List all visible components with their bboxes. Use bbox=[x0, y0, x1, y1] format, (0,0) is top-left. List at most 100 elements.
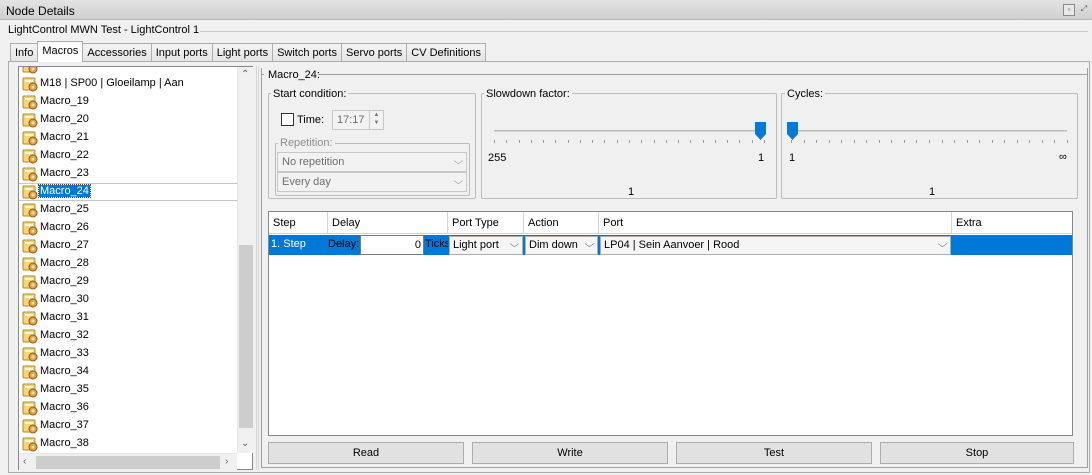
slowdown-slider[interactable] bbox=[490, 118, 770, 158]
action-value: Dim down bbox=[529, 239, 578, 251]
tab-info[interactable]: Info bbox=[10, 43, 39, 62]
port-type-cell[interactable]: Light port ⌵ bbox=[448, 235, 524, 255]
tree-item[interactable]: Macro_24 bbox=[19, 183, 237, 201]
tab-cv-definitions[interactable]: CV Definitions bbox=[406, 43, 486, 62]
stop-button[interactable]: Stop bbox=[880, 442, 1074, 464]
scroll-down-icon[interactable]: ⌄ bbox=[241, 439, 249, 449]
slowdown-thumb[interactable] bbox=[755, 122, 766, 140]
tree-item[interactable]: Macro_35 bbox=[21, 381, 237, 399]
slowdown-min-label: 255 bbox=[488, 152, 507, 164]
tree-item[interactable]: Macro_27 bbox=[21, 237, 237, 255]
tree-item[interactable]: Macro_28 bbox=[21, 255, 237, 273]
repetition-select[interactable]: No repetition ⌵ bbox=[277, 152, 467, 172]
macro-icon bbox=[22, 436, 38, 452]
time-checkbox[interactable] bbox=[281, 113, 294, 126]
tree-item[interactable]: Macro_21 bbox=[21, 129, 237, 147]
scroll-left-icon[interactable]: ‹ bbox=[23, 457, 26, 467]
action-cell[interactable]: Dim down ⌵ bbox=[524, 235, 599, 255]
slider-tick bbox=[641, 140, 643, 143]
repetition-value: No repetition bbox=[282, 156, 345, 168]
scroll-right-icon[interactable]: › bbox=[225, 457, 228, 467]
tree-item[interactable]: Macro_31 bbox=[21, 309, 237, 327]
tree-item[interactable]: Macro_26 bbox=[21, 219, 237, 237]
slider-tick bbox=[979, 140, 981, 143]
tab-strip: Info Macros Accessories Input ports Ligh… bbox=[10, 41, 486, 62]
action-select[interactable]: Dim down ⌵ bbox=[525, 236, 598, 255]
time-spinner-icon[interactable]: ▲ ▼ bbox=[369, 111, 383, 129]
tree-item-partial[interactable] bbox=[21, 67, 237, 75]
subtitle-divider bbox=[200, 31, 1088, 32]
tab-macros[interactable]: Macros bbox=[37, 41, 84, 62]
macro-icon bbox=[22, 382, 38, 398]
delay-input[interactable]: 0 bbox=[360, 235, 424, 255]
tree-item[interactable]: Macro_38 bbox=[21, 435, 237, 453]
chevron-down-icon: ⌵ bbox=[453, 176, 464, 186]
tree-item[interactable]: Macro_32 bbox=[21, 327, 237, 345]
slider-tick bbox=[555, 140, 557, 143]
port-cell[interactable]: LP04 | Sein Aanvoer | Rood ⌵ bbox=[599, 235, 952, 255]
tree-item[interactable]: Macro_30 bbox=[21, 291, 237, 309]
time-field[interactable]: 17:17 ▲ ▼ bbox=[332, 110, 384, 130]
header-port[interactable]: Port bbox=[599, 212, 952, 234]
extra-cell[interactable] bbox=[952, 235, 1072, 255]
tree-vertical-scrollbar[interactable]: ⌃ ⌄ bbox=[237, 67, 253, 453]
read-button[interactable]: Read bbox=[268, 442, 464, 464]
tree-item[interactable]: Macro_29 bbox=[21, 273, 237, 291]
tree-item[interactable]: Macro_19 bbox=[21, 93, 237, 111]
port-select[interactable]: LP04 | Sein Aanvoer | Rood ⌵ bbox=[600, 236, 951, 255]
tree-scroll-thumb[interactable] bbox=[239, 245, 253, 428]
step-cell[interactable]: 1. Step bbox=[269, 235, 328, 255]
tree-item[interactable]: Macro_33 bbox=[21, 345, 237, 363]
macro-icon bbox=[22, 112, 38, 128]
day-select[interactable]: Every day ⌵ bbox=[277, 172, 467, 192]
macro-icon bbox=[22, 67, 38, 74]
tab-light-ports[interactable]: Light ports bbox=[211, 43, 274, 62]
tree-item[interactable]: Macro_34 bbox=[21, 363, 237, 381]
test-button[interactable]: Test bbox=[676, 442, 872, 464]
header-delay[interactable]: Delay bbox=[328, 212, 448, 234]
slider-tick bbox=[866, 140, 868, 143]
header-action[interactable]: Action bbox=[524, 212, 599, 234]
slider-tick bbox=[878, 140, 880, 143]
tab-servo-ports[interactable]: Servo ports bbox=[341, 43, 408, 62]
header-port-type[interactable]: Port Type bbox=[448, 212, 524, 234]
header-step[interactable]: Step bbox=[269, 212, 328, 234]
slider-tick bbox=[954, 140, 956, 143]
expand-icon[interactable]: ⤢ bbox=[1078, 4, 1090, 16]
port-type-select[interactable]: Light port ⌵ bbox=[449, 236, 523, 255]
cycles-track bbox=[791, 130, 1067, 132]
tree-item[interactable]: Macro_37 bbox=[21, 417, 237, 435]
macro-icon bbox=[22, 148, 38, 164]
scroll-up-icon[interactable]: ⌃ bbox=[241, 70, 249, 80]
day-value: Every day bbox=[282, 176, 331, 188]
tree-item[interactable]: Macro_25 bbox=[21, 201, 237, 219]
tree-hscroll-thumb[interactable] bbox=[36, 456, 220, 469]
restore-icon[interactable]: ▫ bbox=[1063, 4, 1075, 16]
tab-accessories[interactable]: Accessories bbox=[82, 43, 152, 62]
panel-splitter[interactable] bbox=[256, 66, 259, 470]
tree-item[interactable]: M18 | SP00 | Gloeilamp | Aan bbox=[21, 75, 237, 93]
tab-switch-ports[interactable]: Switch ports bbox=[272, 43, 342, 62]
tree-item[interactable]: Macro_23 bbox=[21, 165, 237, 183]
tree-item-label: Macro_32 bbox=[40, 329, 89, 341]
table-row[interactable]: 1. Step Delay: 0 Ticks Light port ⌵ Dim … bbox=[269, 235, 1072, 255]
tree-item[interactable]: Macro_36 bbox=[21, 399, 237, 417]
macro-icon bbox=[22, 184, 38, 200]
macro-icon bbox=[22, 364, 38, 380]
macro-icon bbox=[22, 220, 38, 236]
tree-horizontal-scrollbar[interactable]: ‹ › bbox=[19, 453, 237, 470]
slider-tick bbox=[1029, 140, 1031, 143]
macro-icon bbox=[22, 328, 38, 344]
delay-label: Delay: bbox=[328, 238, 360, 250]
header-extra[interactable]: Extra bbox=[952, 212, 1072, 234]
cycles-thumb[interactable] bbox=[787, 122, 798, 140]
cycles-slider[interactable] bbox=[787, 118, 1071, 158]
tree-item[interactable]: Macro_22 bbox=[21, 147, 237, 165]
tree-item[interactable]: Macro_20 bbox=[21, 111, 237, 129]
slider-tick bbox=[543, 140, 545, 143]
slider-tick bbox=[816, 140, 818, 143]
delay-cell[interactable]: Delay: 0 Ticks bbox=[328, 235, 450, 255]
write-button[interactable]: Write bbox=[472, 442, 668, 464]
macro-frame-edge bbox=[318, 74, 1088, 75]
tab-input-ports[interactable]: Input ports bbox=[150, 43, 213, 62]
